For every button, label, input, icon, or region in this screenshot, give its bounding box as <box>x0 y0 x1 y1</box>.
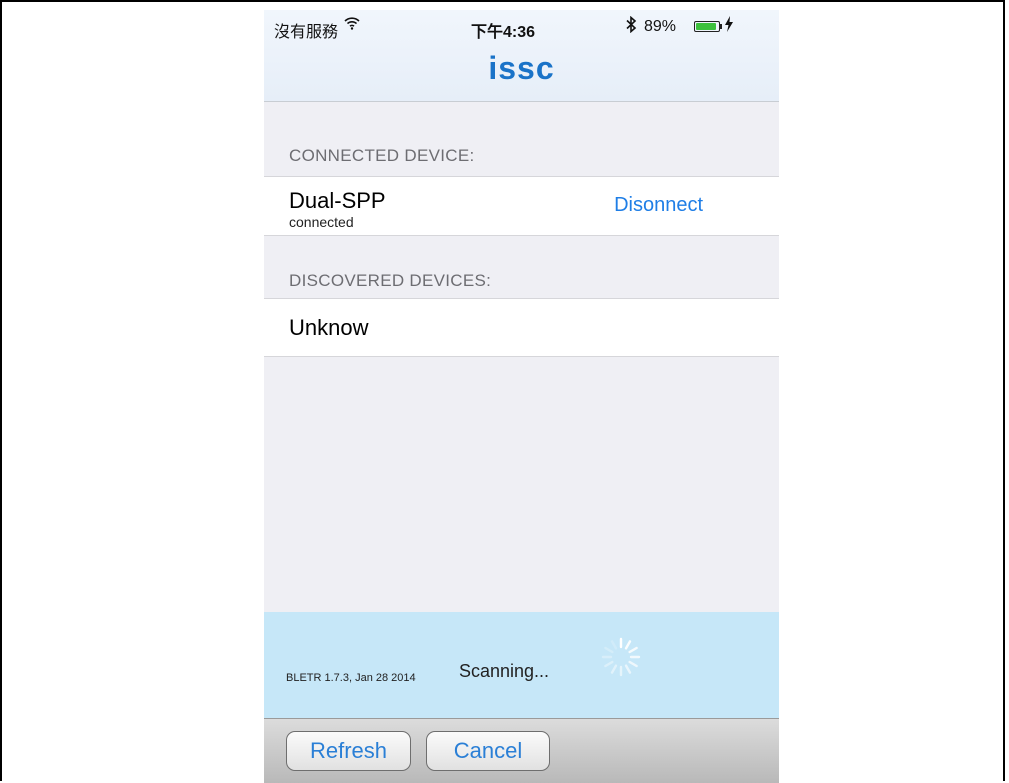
battery-fill <box>696 23 716 30</box>
version-label: BLETR 1.7.3, Jan 28 2014 <box>286 672 416 684</box>
wifi-icon <box>344 16 360 35</box>
nav-header: 沒有服務 下午4:36 89% issc <box>264 10 779 102</box>
scan-panel: BLETR 1.7.3, Jan 28 2014 Scanning... <box>264 612 779 718</box>
carrier-label: 沒有服務 <box>274 24 339 41</box>
charging-bolt-icon <box>725 16 733 35</box>
battery-tip <box>720 24 722 29</box>
battery-icon <box>694 21 720 32</box>
connected-section-label: CONNECTED DEVICE: <box>289 146 475 165</box>
activity-spinner-icon <box>601 637 641 677</box>
discovered-device-name: Unknow <box>289 315 369 340</box>
discovered-device-row[interactable]: Unknow <box>264 298 779 357</box>
issc-logo: issc <box>488 50 555 86</box>
status-bar: 沒有服務 下午4:36 89% <box>264 10 779 41</box>
discovered-section-label: DISCOVERED DEVICES: <box>289 271 492 290</box>
disconnect-button[interactable]: Disonnect <box>614 194 703 217</box>
connected-device-row[interactable]: Dual-SPP connected Disonnect <box>264 176 779 236</box>
scanning-status: Scanning... <box>459 661 550 681</box>
cancel-button[interactable]: Cancel <box>426 731 550 771</box>
bluetooth-icon <box>625 15 637 38</box>
refresh-button[interactable]: Refresh <box>286 731 411 771</box>
connected-device-name: Dual-SPP <box>289 188 386 213</box>
battery-percent: 89% <box>644 18 677 35</box>
clock-label: 下午4:36 <box>471 24 536 41</box>
bottom-toolbar: Refresh Cancel <box>264 718 779 783</box>
phone-screen: 沒有服務 下午4:36 89% issc CONNECTED DEVICE: D… <box>264 10 779 783</box>
connected-device-status: connected <box>289 214 354 230</box>
